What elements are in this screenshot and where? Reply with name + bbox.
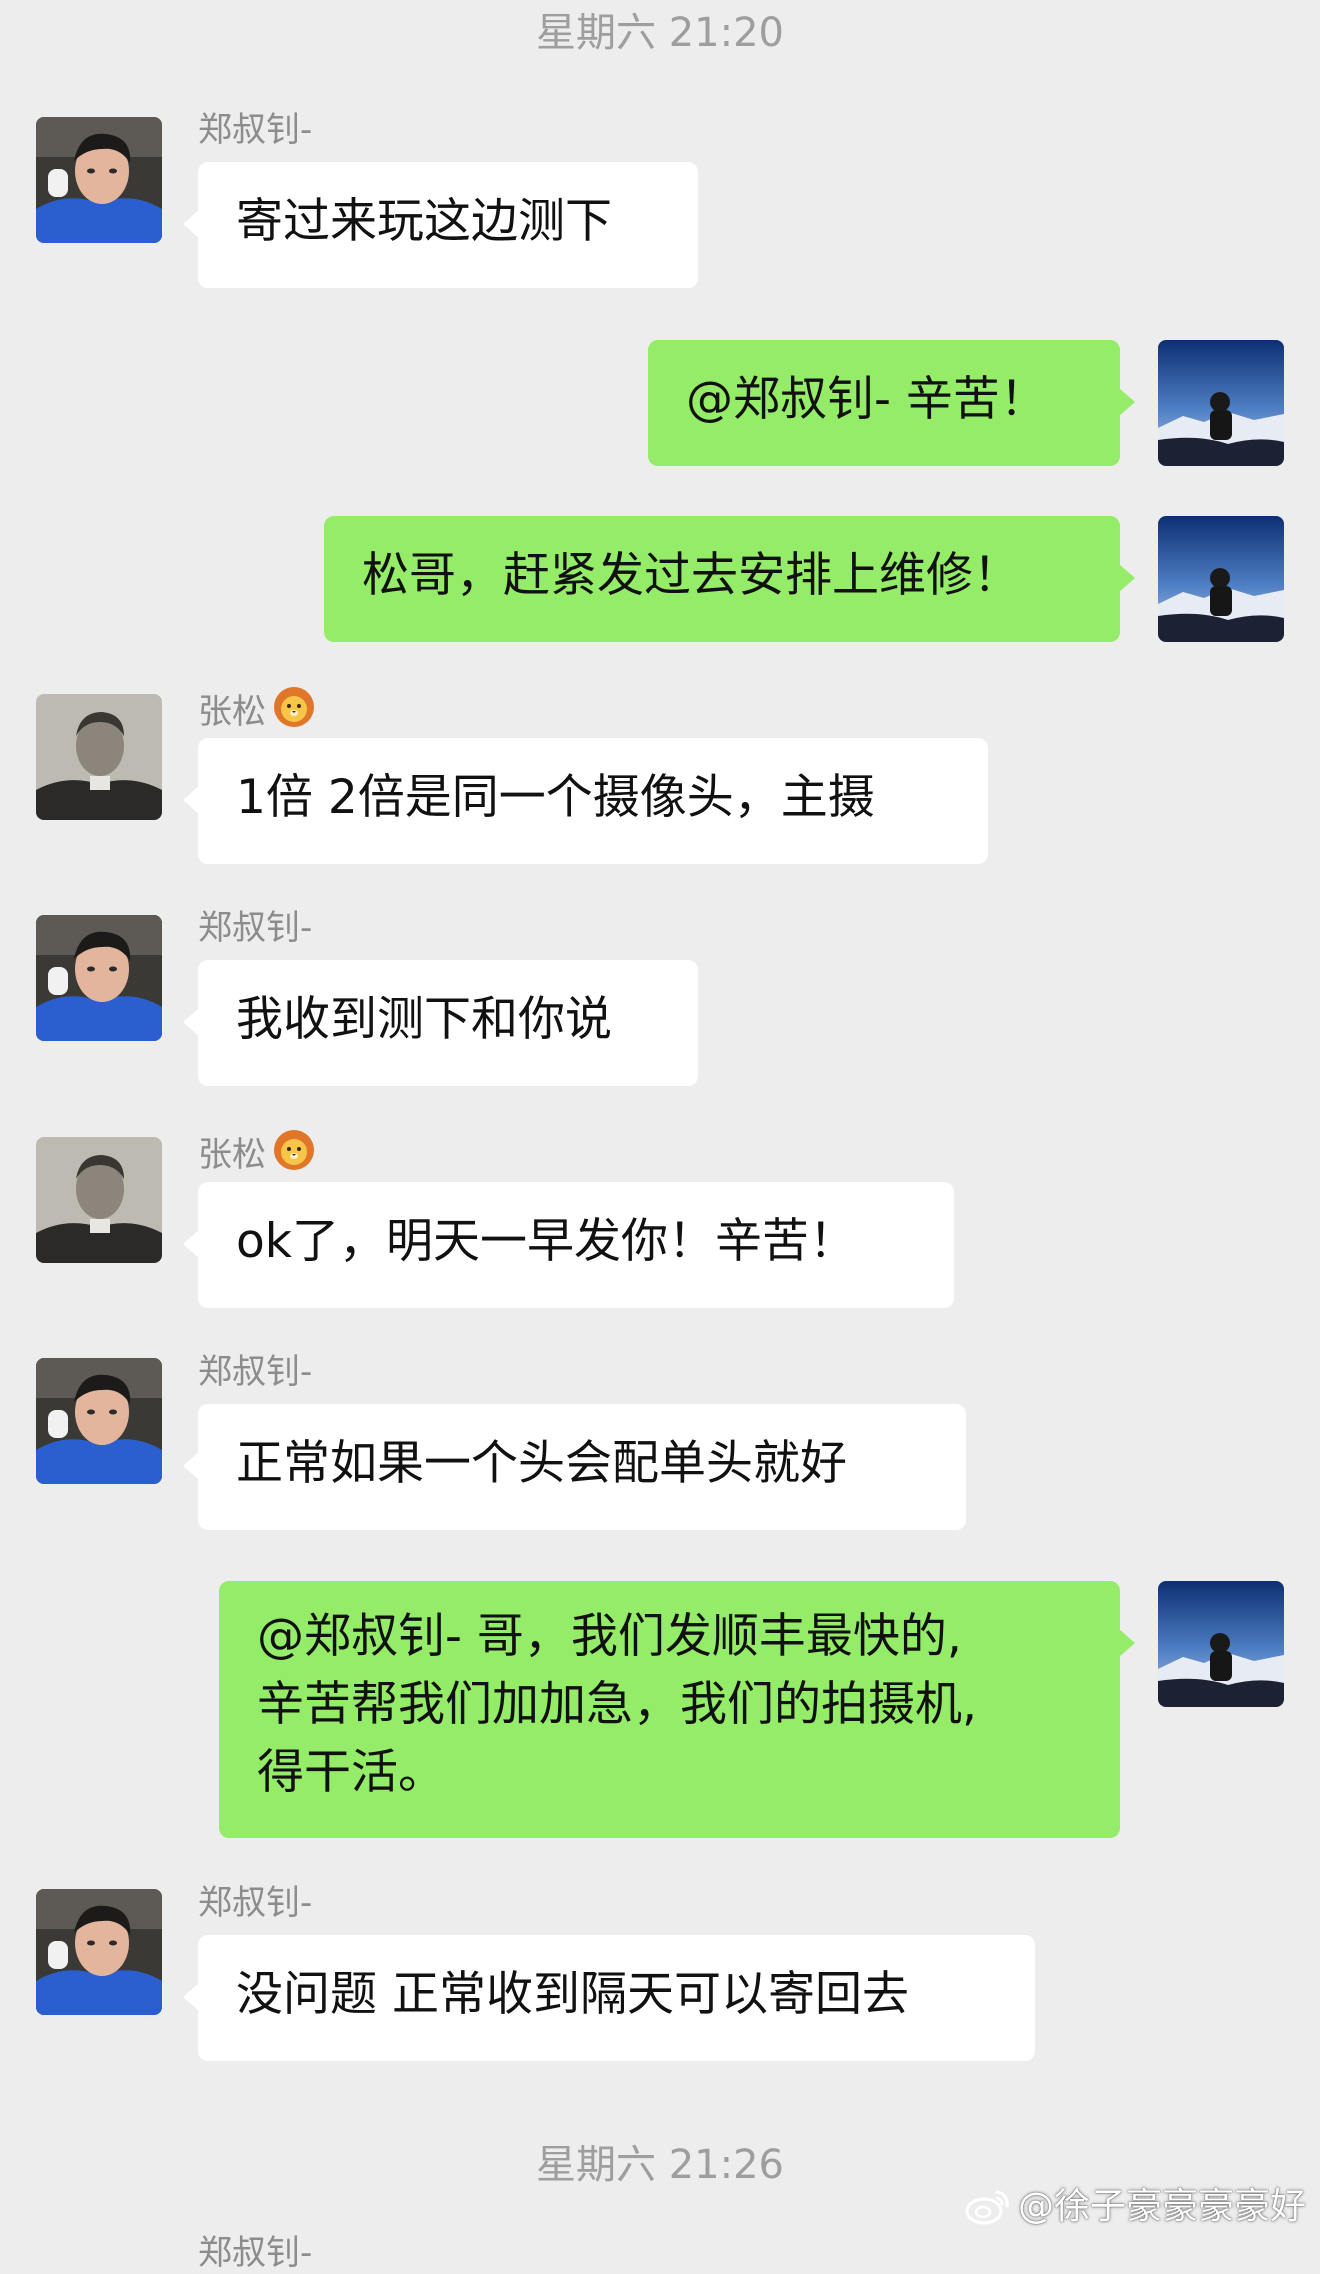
avatar-self[interactable] xyxy=(1158,516,1284,642)
sender-name: 郑叔钊- xyxy=(198,1883,313,1923)
watermark-text: @徐子豪豪豪豪好 xyxy=(1017,2186,1306,2227)
sender-name: 郑叔钊- xyxy=(198,110,313,150)
message-bubble-outgoing[interactable]: @郑叔钊- 哥，我们发顺丰最快的, 辛苦帮我们加加急，我们的拍摄机, 得干活。 xyxy=(219,1581,1135,1838)
message-text: 1倍 2倍是同一个摄像头，主摄 xyxy=(236,770,875,825)
message-text-line: @郑叔钊- 哥，我们发顺丰最快的, xyxy=(257,1609,962,1664)
weibo-icon xyxy=(964,2186,1012,2237)
avatar-zhangsong[interactable] xyxy=(36,694,162,820)
message-text: ok了，明天一早发你！辛苦！ xyxy=(236,1214,856,1269)
chat-timestamp: 星期六 21:20 xyxy=(536,10,784,56)
avatar-zheng[interactable] xyxy=(36,1358,162,1484)
chat-timestamp: 星期六 21:26 xyxy=(536,2142,784,2188)
avatar-zhangsong[interactable] xyxy=(36,1137,162,1263)
message-text: 我收到测下和你说 xyxy=(236,992,612,1047)
weibo-watermark: @徐子豪豪豪豪好 xyxy=(964,2185,1306,2237)
sender-name-cutoff: 郑叔钊- xyxy=(198,2233,313,2273)
sender-name: 郑叔钊- xyxy=(198,1352,313,1392)
avatar-self[interactable] xyxy=(1158,1581,1284,1707)
message-text-line: 辛苦帮我们加加急，我们的拍摄机, xyxy=(257,1677,977,1732)
message-text: @郑叔钊- 辛苦！ xyxy=(686,372,1047,427)
sender-name: 张松 xyxy=(198,1128,316,1182)
message-text-line: 得干活。 xyxy=(257,1745,445,1800)
message-bubble-incoming[interactable]: ok了，明天一早发你！辛苦！ xyxy=(183,1182,954,1308)
message-bubble-outgoing[interactable]: 松哥，赶紧发过去安排上维修！ xyxy=(324,516,1135,642)
message-text: 没问题 正常收到隔天可以寄回去 xyxy=(236,1967,909,2022)
message-text: 寄过来玩这边测下 xyxy=(236,194,612,249)
message-text: 松哥，赶紧发过去安排上维修！ xyxy=(362,548,1020,603)
sender-label: 张松 xyxy=(198,692,266,732)
sender-name: 张松 xyxy=(198,685,316,739)
lion-face-icon xyxy=(272,685,316,739)
message-bubble-incoming[interactable]: 正常如果一个头会配单头就好 xyxy=(183,1404,966,1530)
avatar-zheng[interactable] xyxy=(36,117,162,243)
message-bubble-incoming[interactable]: 没问题 正常收到隔天可以寄回去 xyxy=(183,1935,1035,2061)
message-bubble-incoming[interactable]: 我收到测下和你说 xyxy=(183,960,698,1086)
message-bubble-outgoing[interactable]: @郑叔钊- 辛苦！ xyxy=(648,340,1135,466)
lion-face-icon xyxy=(272,1128,316,1182)
sender-name: 郑叔钊- xyxy=(198,908,313,948)
avatar-self[interactable] xyxy=(1158,340,1284,466)
message-bubble-incoming[interactable]: 1倍 2倍是同一个摄像头，主摄 xyxy=(183,738,988,864)
avatar-zheng[interactable] xyxy=(36,1889,162,2015)
message-text: 正常如果一个头会配单头就好 xyxy=(236,1436,847,1491)
sender-label: 张松 xyxy=(198,1135,266,1175)
avatar-zheng[interactable] xyxy=(36,915,162,1041)
message-bubble-incoming[interactable]: 寄过来玩这边测下 xyxy=(183,162,698,288)
